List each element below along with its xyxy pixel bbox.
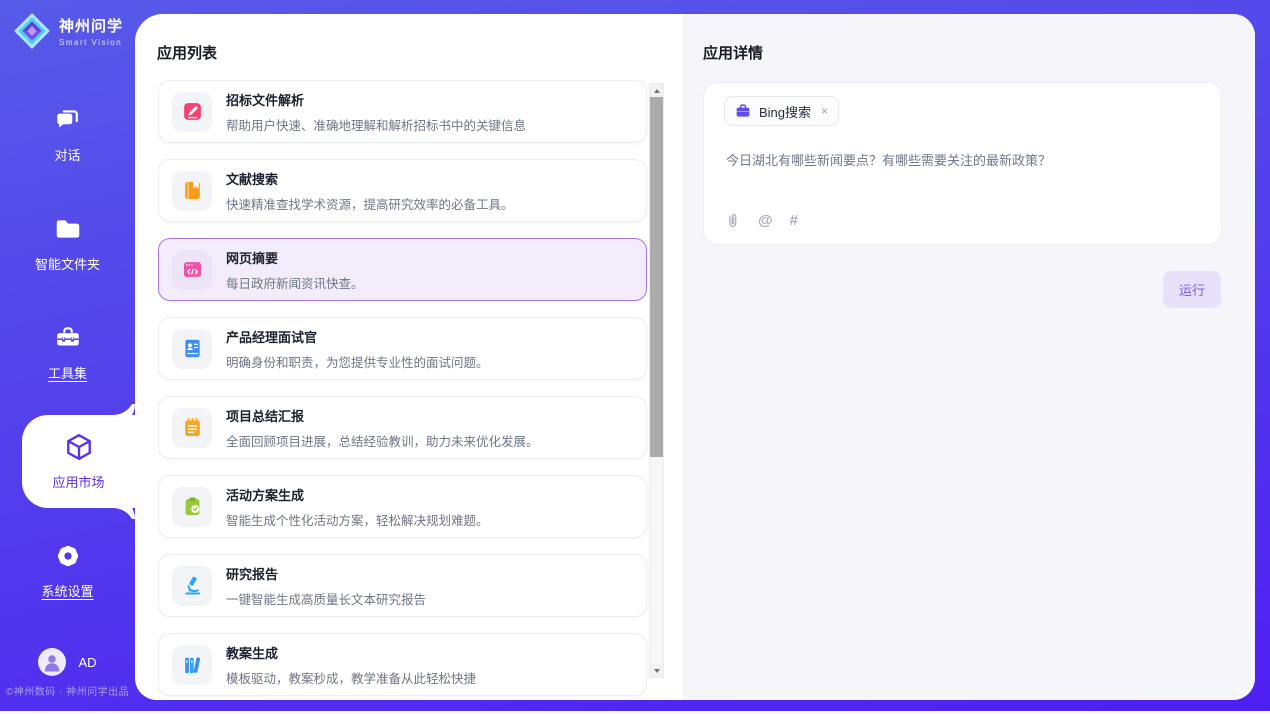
app-card-literature-search[interactable]: 文献搜索 快速精准查找学术资源，提高研究效率的必备工具。	[158, 159, 647, 222]
chip-close-icon[interactable]: ×	[819, 104, 828, 118]
content-area: 应用列表 招标文件解析 帮助用户快速、准确地理解和解析招标书中的关键信息	[135, 14, 1255, 700]
tool-chip-label: Bing搜索	[759, 102, 811, 121]
app-icon-box	[172, 92, 212, 132]
app-desc: 一键智能生成高质量长文本研究报告	[226, 589, 426, 608]
scrollbar-down-arrow-icon[interactable]	[650, 664, 663, 677]
app-icon-box	[172, 408, 212, 448]
browser-code-icon	[181, 258, 204, 281]
app-desc: 每日政府新闻资讯快查。	[226, 273, 364, 292]
sidebar-item-toolset[interactable]: 工具集	[0, 306, 135, 399]
sidebar-item-smart-folders[interactable]: 智能文件夹	[0, 197, 135, 290]
sidebar-item-settings[interactable]: 系统设置	[0, 524, 135, 617]
app-name: 招标文件解析	[226, 90, 526, 109]
person-avatar-icon	[38, 648, 66, 676]
app-desc: 帮助用户快速、准确地理解和解析招标书中的关键信息	[226, 115, 526, 134]
list-scrollbar[interactable]	[649, 83, 664, 678]
sidebar: 神州问学 Smart Vision 对话 智能文件夹	[0, 0, 135, 711]
app-icon-box	[172, 171, 212, 211]
tool-chip-bing-search[interactable]: Bing搜索 ×	[724, 96, 839, 126]
app-card-lesson-plan[interactable]: 教案生成 模板驱动，教案秒成，教学准备从此轻松快捷	[158, 633, 647, 696]
sidebar-item-chat[interactable]: 对话	[0, 88, 135, 181]
app-name: 产品经理面试官	[226, 327, 489, 346]
app-icon-box	[172, 329, 212, 369]
app-list-title: 应用列表	[157, 42, 217, 63]
cube-icon	[64, 432, 94, 462]
sidebar-item-label: 工具集	[48, 363, 87, 382]
app-card-pm-interviewer[interactable]: 产品经理面试官 明确身份和职责，为您提供专业性的面试问题。	[158, 317, 647, 380]
sidebar-footer-credit: ©神州数码 · 神州问学出品	[0, 683, 135, 698]
briefcase-icon	[735, 103, 751, 119]
app-name: 项目总结汇报	[226, 406, 539, 425]
prompt-text[interactable]: 今日湖北有哪些新闻要点？有哪些需要关注的最新政策？	[726, 152, 1196, 170]
app-list-panel: 应用列表 招标文件解析 帮助用户快速、准确地理解和解析招标书中的关键信息	[135, 14, 683, 700]
user-account[interactable]: AD	[0, 648, 135, 676]
diamond-logo-icon	[13, 12, 51, 50]
scrollbar-thumb[interactable]	[650, 97, 663, 457]
folder-icon	[53, 214, 83, 244]
app-desc: 模板驱动，教案秒成，教学准备从此轻松快捷	[226, 668, 476, 687]
app-icon-box	[172, 487, 212, 527]
app-card-web-summary[interactable]: 网页摘要 每日政府新闻资讯快查。	[158, 238, 647, 301]
clipboard-check-icon	[181, 495, 204, 518]
app-name: 网页摘要	[226, 248, 364, 267]
app-desc: 快速精准查找学术资源，提高研究效率的必备工具。	[226, 194, 514, 213]
sidebar-item-label: 智能文件夹	[35, 254, 100, 273]
sidebar-item-app-market[interactable]: 应用市场	[22, 415, 135, 508]
user-initials: AD	[78, 655, 96, 670]
chat-icon	[53, 105, 83, 135]
app-desc: 全面回顾项目进展，总结经验教训，助力未来优化发展。	[226, 431, 539, 450]
app-name: 研究报告	[226, 564, 426, 583]
app-name: 活动方案生成	[226, 485, 489, 504]
app-frame: 神州问学 Smart Vision 对话 智能文件夹	[0, 0, 1270, 711]
microscope-icon	[181, 574, 204, 597]
run-button[interactable]: 运行	[1163, 271, 1221, 308]
app-icon-box	[172, 566, 212, 606]
resume-icon	[181, 337, 204, 360]
app-detail-panel: 应用详情 Bing搜索 × 今日湖北有哪些新闻要点？有哪些需要关注的最新政策？	[683, 14, 1255, 700]
app-desc: 明确身份和职责，为您提供专业性的面试问题。	[226, 352, 489, 371]
brand-subtitle: Smart Vision	[59, 38, 123, 47]
books-icon	[181, 653, 204, 676]
sidebar-item-label: 对话	[54, 145, 80, 164]
sidebar-nav: 对话 智能文件夹	[0, 88, 135, 633]
app-card-project-summary[interactable]: 项目总结汇报 全面回顾项目进展，总结经验教训，助力未来优化发展。	[158, 396, 647, 459]
app-icon-box	[172, 250, 212, 290]
sidebar-item-label: 系统设置	[41, 581, 93, 600]
app-name: 教案生成	[226, 643, 476, 662]
book-icon	[181, 179, 204, 202]
attachment-toolbar: @ #	[724, 212, 798, 229]
topic-icon[interactable]: #	[790, 212, 798, 229]
prompt-card[interactable]: Bing搜索 × 今日湖北有哪些新闻要点？有哪些需要关注的最新政策？ @ #	[703, 82, 1222, 245]
app-card-tender-parse[interactable]: 招标文件解析 帮助用户快速、准确地理解和解析招标书中的关键信息	[158, 80, 647, 143]
brand-name: 神州问学	[59, 15, 123, 36]
app-icon-box	[172, 645, 212, 685]
gear-icon	[53, 541, 83, 571]
app-card-research-report[interactable]: 研究报告 一键智能生成高质量长文本研究报告	[158, 554, 647, 617]
notepad-icon	[181, 416, 204, 439]
document-edit-icon	[181, 100, 204, 123]
mention-icon[interactable]: @	[758, 212, 773, 229]
app-list: 招标文件解析 帮助用户快速、准确地理解和解析招标书中的关键信息 文献搜索	[158, 80, 664, 700]
app-card-event-plan[interactable]: 活动方案生成 智能生成个性化活动方案，轻松解决规划难题。	[158, 475, 647, 538]
app-detail-title: 应用详情	[703, 42, 763, 63]
brand-logo: 神州问学 Smart Vision	[13, 12, 123, 50]
scrollbar-up-arrow-icon[interactable]	[650, 84, 663, 97]
app-desc: 智能生成个性化活动方案，轻松解决规划难题。	[226, 510, 489, 529]
toolbox-icon	[53, 323, 83, 353]
paperclip-icon[interactable]	[724, 212, 741, 229]
sidebar-item-label: 应用市场	[52, 472, 104, 491]
app-name: 文献搜索	[226, 169, 514, 188]
